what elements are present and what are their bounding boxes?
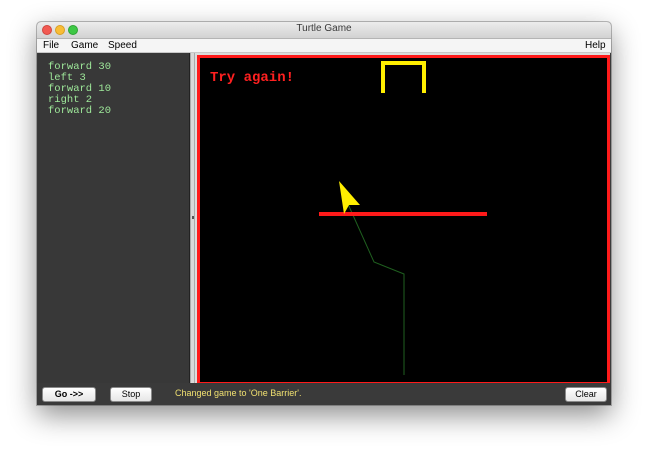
stop-button[interactable]: Stop — [110, 387, 152, 402]
app-window: Turtle Game File Game Speed Help forward… — [37, 22, 611, 405]
menu-file[interactable]: File — [43, 39, 59, 52]
game-canvas: Try again! — [197, 55, 610, 385]
game-area: Try again! — [195, 53, 610, 385]
clear-button[interactable]: Clear — [565, 387, 607, 402]
bottom-toolbar: Go ->> Stop Changed game to 'One Barrier… — [37, 383, 611, 405]
menu-bar: File Game Speed Help — [37, 39, 611, 53]
title-bar[interactable]: Turtle Game — [37, 22, 611, 39]
go-button[interactable]: Go ->> — [42, 387, 96, 402]
code-line: forward 20 — [48, 105, 112, 117]
turtle-trail — [347, 203, 405, 375]
code-editor[interactable]: forward 30 left 3 forward 10 right 2 for… — [38, 53, 190, 383]
menu-help[interactable]: Help — [585, 39, 606, 52]
goal-bracket-icon — [381, 61, 426, 93]
status-message: Changed game to 'One Barrier'. — [175, 388, 302, 398]
divider-grip-icon — [192, 216, 194, 219]
window-title: Turtle Game — [296, 23, 352, 34]
turtle-arrow-icon — [339, 181, 360, 214]
menu-game[interactable]: Game — [71, 39, 98, 52]
game-drawing — [319, 61, 487, 375]
menu-speed[interactable]: Speed — [108, 39, 137, 52]
